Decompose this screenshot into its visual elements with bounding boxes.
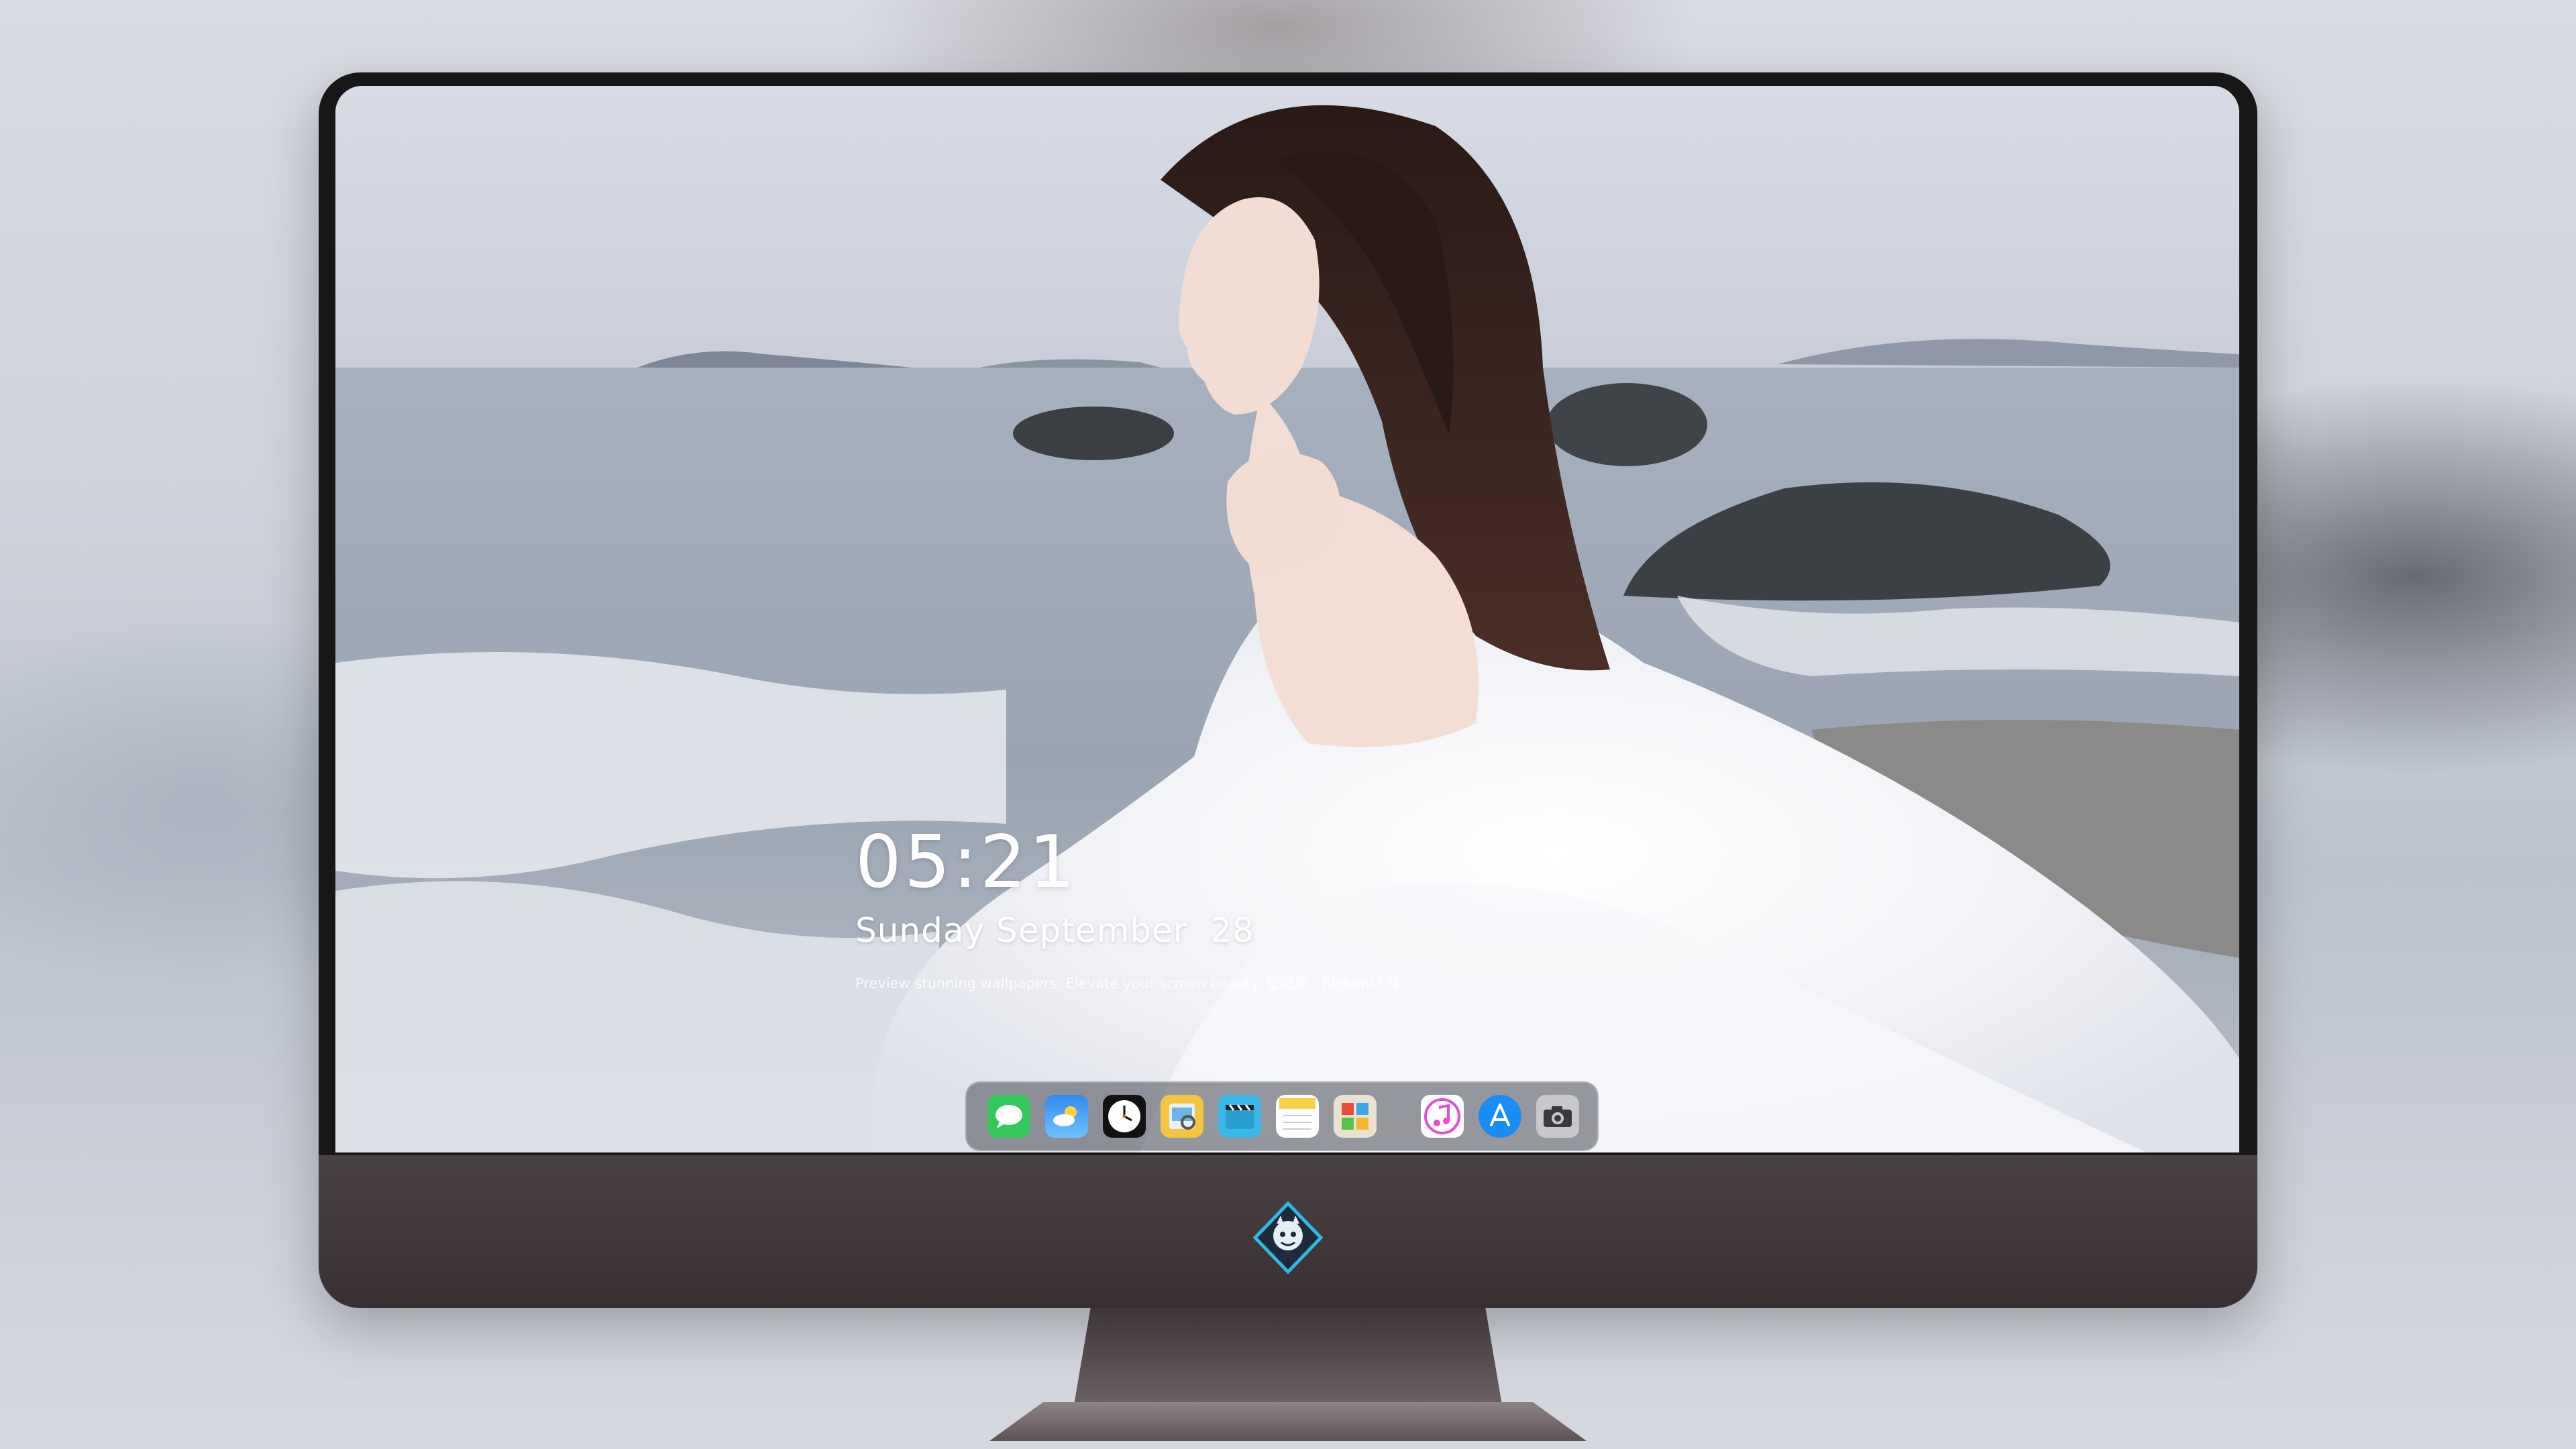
monitor-stand-base <box>989 1402 1587 1441</box>
clock-time: 05:21 <box>855 820 1078 904</box>
weather-icon[interactable] <box>1045 1095 1088 1138</box>
clock-icon[interactable] <box>1103 1095 1146 1138</box>
photo-booth-icon[interactable] <box>1334 1095 1377 1138</box>
lockscreen-clock: 05:21 Sunday September 28 Preview stunni… <box>855 820 1399 993</box>
monitor-stand-neck <box>1073 1308 1503 1409</box>
wallpaper-caption: Preview stunning wallpapers. Elevate you… <box>855 975 1399 991</box>
camera-icon[interactable] <box>1536 1095 1579 1138</box>
app-dock <box>965 1081 1599 1151</box>
messages-icon[interactable] <box>987 1095 1030 1138</box>
preview-icon[interactable] <box>1161 1095 1203 1138</box>
app-store-icon[interactable] <box>1479 1095 1521 1138</box>
clock-date: Sunday September 28 <box>855 911 1254 950</box>
notes-icon[interactable] <box>1276 1095 1319 1138</box>
clips-icon[interactable] <box>1218 1095 1261 1138</box>
desktop-screen: 05:21 Sunday September 28 Preview stunni… <box>335 86 2239 1152</box>
dragon-logo-icon <box>1251 1201 1325 1275</box>
itunes-icon[interactable] <box>1421 1095 1464 1138</box>
